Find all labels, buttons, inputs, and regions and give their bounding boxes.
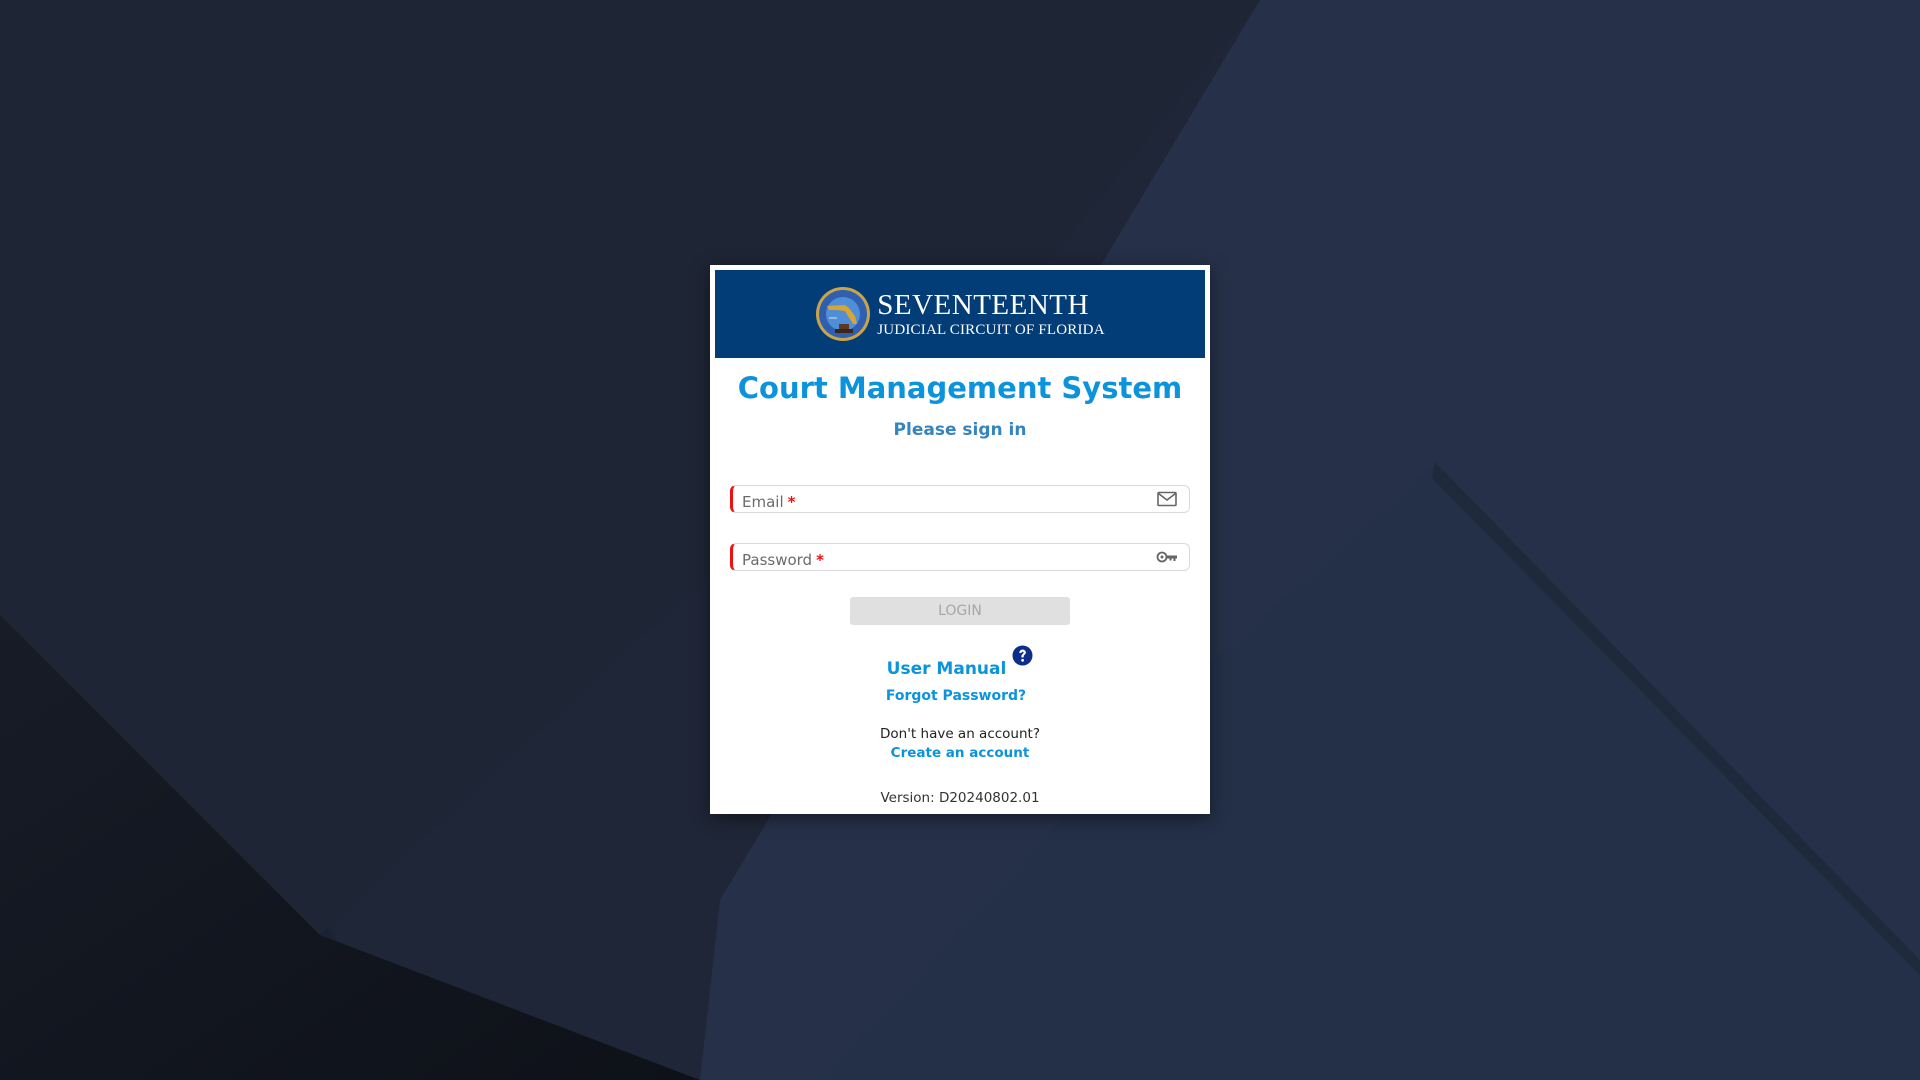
forgot-password-row: Forgot Password? bbox=[710, 688, 1210, 704]
page-title: Court Management System bbox=[737, 371, 1183, 405]
brand-line2: JUDICIAL CIRCUIT OF FLORIDA bbox=[877, 321, 1105, 338]
no-account-text: Don't have an account? bbox=[880, 726, 1040, 742]
envelope-icon bbox=[1157, 491, 1177, 507]
brand-line1: SEVENTEENTH bbox=[877, 288, 1089, 321]
version-label: Version: D20240802.01 bbox=[880, 790, 1040, 806]
password-input[interactable] bbox=[733, 544, 1189, 570]
brand-wordmark: SEVENTEENTH JUDICIAL CIRCUIT OF FLORIDA bbox=[877, 288, 1105, 338]
create-account-row: Create an account bbox=[710, 745, 1210, 761]
question-circle-icon[interactable] bbox=[1012, 645, 1033, 666]
create-account-link[interactable]: Create an account bbox=[891, 745, 1030, 761]
header-banner: SEVENTEENTH JUDICIAL CIRCUIT OF FLORIDA bbox=[715, 270, 1205, 358]
court-seal-icon bbox=[816, 287, 871, 341]
user-manual-row: User Manual bbox=[710, 645, 1210, 679]
password-field[interactable]: Password * bbox=[730, 543, 1190, 571]
login-button[interactable]: LOGIN bbox=[850, 597, 1070, 625]
user-manual-link[interactable]: User Manual bbox=[887, 659, 1007, 679]
forgot-password-link[interactable]: Forgot Password? bbox=[886, 688, 1026, 704]
email-input[interactable] bbox=[733, 486, 1189, 512]
login-card: SEVENTEENTH JUDICIAL CIRCUIT OF FLORIDA … bbox=[710, 265, 1210, 814]
sign-in-subtitle: Please sign in bbox=[893, 420, 1027, 440]
email-field[interactable]: Email * bbox=[730, 485, 1190, 513]
key-icon bbox=[1156, 551, 1177, 563]
